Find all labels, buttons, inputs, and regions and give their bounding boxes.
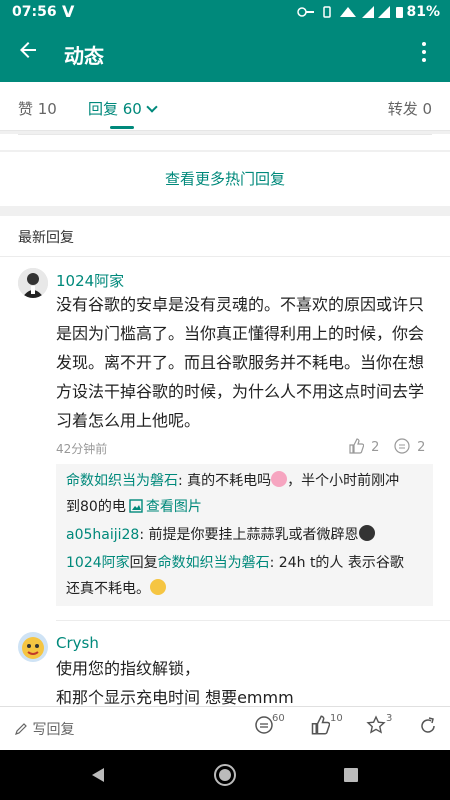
- divider: [56, 620, 450, 621]
- favorite-button[interactable]: 3: [366, 713, 392, 739]
- tab-likes[interactable]: 赞 10: [18, 98, 57, 119]
- tab-replies-label: 回复 60: [88, 100, 142, 118]
- comments-button[interactable]: 60: [254, 713, 285, 739]
- nav-back-icon[interactable]: [90, 767, 106, 783]
- bottom-action-bar: 写回复 60 10 3: [0, 706, 450, 751]
- app-notification-icon: V: [62, 2, 75, 21]
- share-icon: [421, 717, 435, 733]
- user-avatar-icon: [18, 268, 48, 298]
- write-reply-label: 写回复: [32, 722, 75, 738]
- blush-emoji-icon: [271, 471, 288, 487]
- comment-like-button[interactable]: 2: [348, 438, 379, 458]
- tab-indicator: [110, 126, 134, 129]
- sub-reply-text: 还真不耗电。: [66, 581, 150, 597]
- status-bar: 07:56 V 81%: [0, 0, 450, 26]
- smirk-emoji-icon: [150, 579, 166, 595]
- thumbs-up-icon: [349, 438, 365, 454]
- pencil-icon: [15, 723, 27, 735]
- page-title: 动态: [64, 44, 104, 68]
- comment-text: 没有谷歌的安卓是没有灵魂的。不喜欢的原因或许只 是因为门槛高了。当你真正懂得利用…: [56, 290, 436, 435]
- star-count: 3: [386, 713, 393, 724]
- sub-reply-text: : 24h t的人 表示谷歌: [269, 555, 404, 571]
- avatar[interactable]: [18, 268, 48, 298]
- comment-text-line: 使用您的指纹解锁，: [56, 659, 201, 678]
- more-menu-button[interactable]: [412, 38, 436, 70]
- arrow-left-icon: [20, 42, 36, 58]
- tab-bar: 赞 10 回复 60 转发 0: [0, 82, 450, 131]
- comment-text-line: 是因为门槛高了。当你真正懂得利用上的时候，你会: [56, 324, 425, 343]
- comment-text-line: 发现。离不开了。而且谷歌服务并不耗电。当你在想: [56, 353, 425, 372]
- sub-reply-text: 到80的电: [66, 499, 126, 515]
- comment-reply-button[interactable]: 2: [394, 438, 425, 458]
- avatar[interactable]: [18, 632, 48, 662]
- chevron-down-icon: [146, 101, 158, 113]
- more-hot-replies-link[interactable]: 查看更多热门回复: [0, 152, 450, 206]
- status-icons: [296, 4, 406, 23]
- comment-timestamp: 42分钟前: [56, 442, 108, 456]
- section-separator: [0, 206, 450, 216]
- app-bar: 动态: [0, 26, 450, 82]
- sub-reply-username[interactable]: 1024阿家: [66, 555, 130, 571]
- share-button[interactable]: [418, 715, 438, 739]
- like-count: 2: [371, 440, 380, 455]
- write-reply-button[interactable]: 写回复: [14, 719, 74, 739]
- view-image-label: 查看图片: [145, 499, 202, 515]
- sub-reply[interactable]: a05haiji28: 前提是你要挂上蒜蒜乳或者微辟恩: [66, 522, 426, 548]
- comment-text: 使用您的指纹解锁， 和那个显示充电时间 想要emmm: [56, 654, 436, 706]
- comment-text-line: 没有谷歌的安卓是没有灵魂的。不喜欢的原因或许只: [56, 295, 425, 314]
- like-count: 10: [330, 713, 343, 724]
- sub-reply-username[interactable]: a05haiji28: [66, 527, 139, 543]
- comment-username[interactable]: 1024阿家: [56, 270, 124, 291]
- sub-reply-text: : 真的不耗电吗: [178, 473, 272, 489]
- sub-reply-text: ，半个小时前刚冲: [287, 473, 400, 489]
- comment-count: 60: [272, 713, 285, 724]
- like-button[interactable]: 10: [310, 713, 343, 739]
- sub-reply[interactable]: 1024阿家回复命数如织当为磐石: 24h t的人 表示谷歌 还真不耗电。: [66, 550, 426, 602]
- comment-text-line: 习着怎么用上他呢。: [56, 411, 201, 430]
- divider: [18, 134, 432, 135]
- latest-replies-heading: 最新回复: [18, 230, 74, 246]
- nav-home-icon[interactable]: [213, 763, 237, 787]
- thumbs-up-icon: [311, 715, 331, 735]
- comment-text-line: 和那个显示充电时间 想要emmm: [56, 688, 294, 706]
- reply-count: 2: [417, 440, 426, 455]
- sub-reply-reply-word: 回复: [129, 555, 158, 571]
- sub-reply-text: : 前提是你要挂上蒜蒜乳或者微辟恩: [139, 527, 359, 543]
- star-icon: [366, 715, 386, 734]
- nav-recents-icon[interactable]: [343, 767, 359, 783]
- comment-text-line: 方设法干掉谷歌的时候，为什么人不用这点时间去学: [56, 382, 425, 401]
- system-nav-bar: [0, 750, 450, 800]
- comment-username[interactable]: Crysh: [56, 634, 99, 652]
- sub-reply-target-user[interactable]: 命数如织当为磐石: [158, 555, 270, 571]
- status-time: 07:56: [12, 4, 57, 20]
- comment-icon: [255, 716, 273, 734]
- signal-wifi-icons: [297, 6, 403, 18]
- sub-reply-username[interactable]: 命数如织当为磐石: [66, 473, 178, 489]
- divider: [0, 256, 450, 257]
- tab-forwards[interactable]: 转发 0: [388, 98, 432, 119]
- view-image-link[interactable]: 查看图片: [126, 499, 202, 515]
- user-avatar-icon: [18, 632, 48, 662]
- bomb-emoji-icon: [358, 525, 375, 541]
- back-button[interactable]: [16, 38, 40, 69]
- sub-replies-box: 命数如织当为磐石: 真的不耗电吗 ，半个小时前刚冲 到80的电 查看图片 a05ha…: [56, 464, 433, 606]
- image-icon: [129, 499, 143, 513]
- tab-replies[interactable]: 回复 60: [88, 98, 158, 119]
- comment-icon: [394, 438, 410, 454]
- sub-reply[interactable]: 命数如织当为磐石: 真的不耗电吗 ，半个小时前刚冲 到80的电 查看图片: [66, 468, 426, 520]
- battery-level: 81%: [406, 4, 440, 20]
